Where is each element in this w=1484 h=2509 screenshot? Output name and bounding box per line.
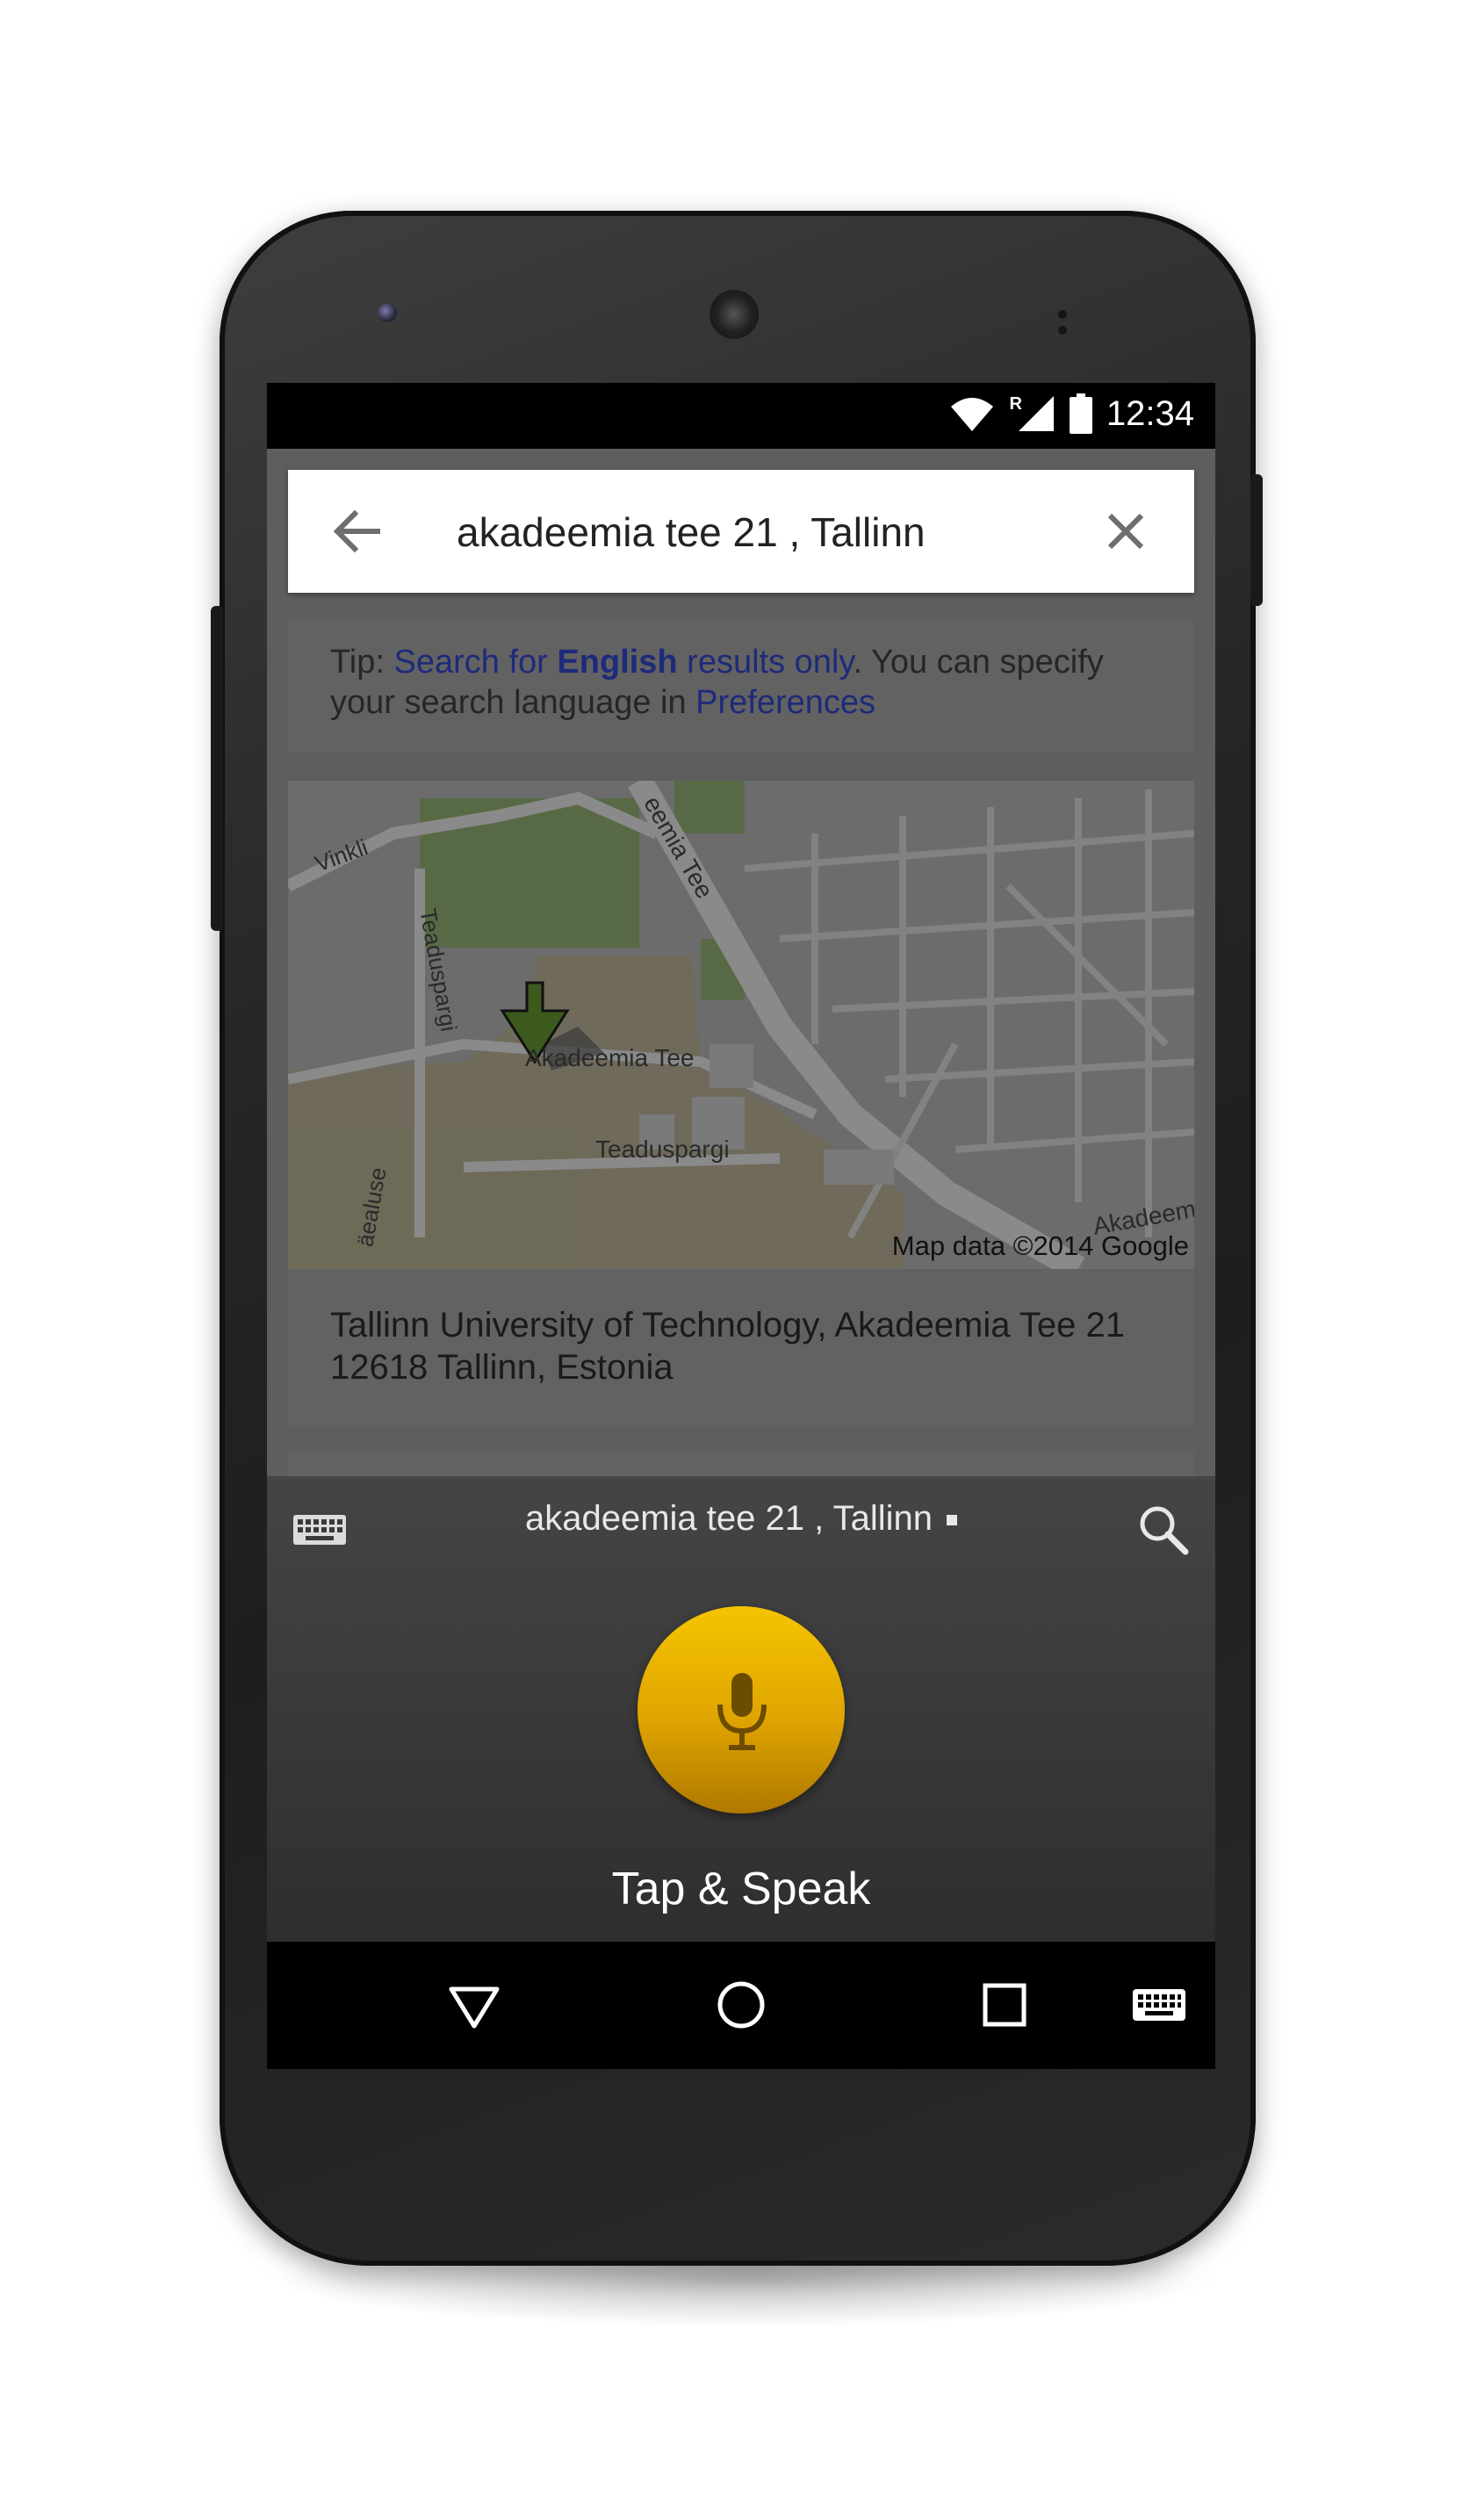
status-bar: R 12:34	[267, 383, 1215, 449]
next-result-card[interactable]	[288, 1450, 1194, 1476]
home-icon[interactable]	[713, 1977, 769, 2033]
address-line-1: Tallinn University of Technology, Akadee…	[330, 1306, 1125, 1345]
map-graphic	[288, 781, 1194, 1269]
recents-icon[interactable]	[976, 1977, 1033, 2033]
map-label-teaduspargi: Teaduspargi	[595, 1136, 730, 1163]
signal-icon	[1018, 396, 1054, 431]
search-results-area: akadeemia tee 21 , Tallinn Tip: Search f…	[267, 449, 1215, 1476]
volume-button	[211, 606, 223, 931]
map-label-akadeemia-tee: Akadeemia Tee	[525, 1044, 695, 1071]
tip-card: Tip: Search for English results only. Yo…	[288, 621, 1194, 753]
wifi-icon	[951, 398, 994, 431]
close-icon[interactable]	[1105, 510, 1147, 552]
navigation-bar	[267, 1942, 1215, 2069]
search-query-text[interactable]: akadeemia tee 21 , Tallinn	[457, 508, 926, 556]
keyboard-switch-icon[interactable]	[1131, 1977, 1187, 2033]
arrow-back-icon[interactable]	[332, 508, 381, 554]
preferences-link[interactable]: Preferences	[695, 684, 875, 721]
proximity-sensors	[1058, 307, 1093, 335]
microphone-icon	[717, 1673, 767, 1750]
tip-prefix: Tip:	[330, 644, 394, 681]
tap-speak-label: Tap & Speak	[611, 1864, 871, 1914]
tip-text: Tip: Search for English results only. Yo…	[330, 642, 1173, 723]
power-button	[1250, 474, 1263, 606]
english-results-link[interactable]: Search for English results only	[394, 644, 854, 681]
text-cursor	[947, 1515, 958, 1526]
address-line-2: 12618 Tallinn, Estonia	[330, 1348, 674, 1387]
front-camera	[378, 303, 397, 322]
battery-icon	[1069, 393, 1092, 434]
map-credit: Map data ©2014 Google	[891, 1230, 1189, 1261]
screen: R 12:34 akadeemia tee 21 , Tallinn Tip: …	[267, 383, 1215, 2069]
search-bar[interactable]: akadeemia tee 21 , Tallinn	[288, 470, 1194, 593]
address-card[interactable]: Tallinn University of Technology, Akadee…	[288, 1269, 1194, 1425]
back-icon[interactable]	[446, 1977, 502, 2033]
search-icon[interactable]	[1136, 1503, 1189, 1555]
earpiece-speaker	[710, 290, 759, 339]
status-clock: 12:34	[1106, 393, 1194, 433]
map-view[interactable]: Vinkli eemia Tee Teaduspargi Akadeemia T…	[288, 781, 1194, 1269]
tap-and-speak-button[interactable]	[638, 1606, 845, 1813]
voice-input-panel: akadeemia tee 21 , Tallinn Tap & Speak	[267, 1476, 1215, 1942]
voice-query-text: akadeemia tee 21 , Tallinn	[267, 1499, 1215, 1539]
